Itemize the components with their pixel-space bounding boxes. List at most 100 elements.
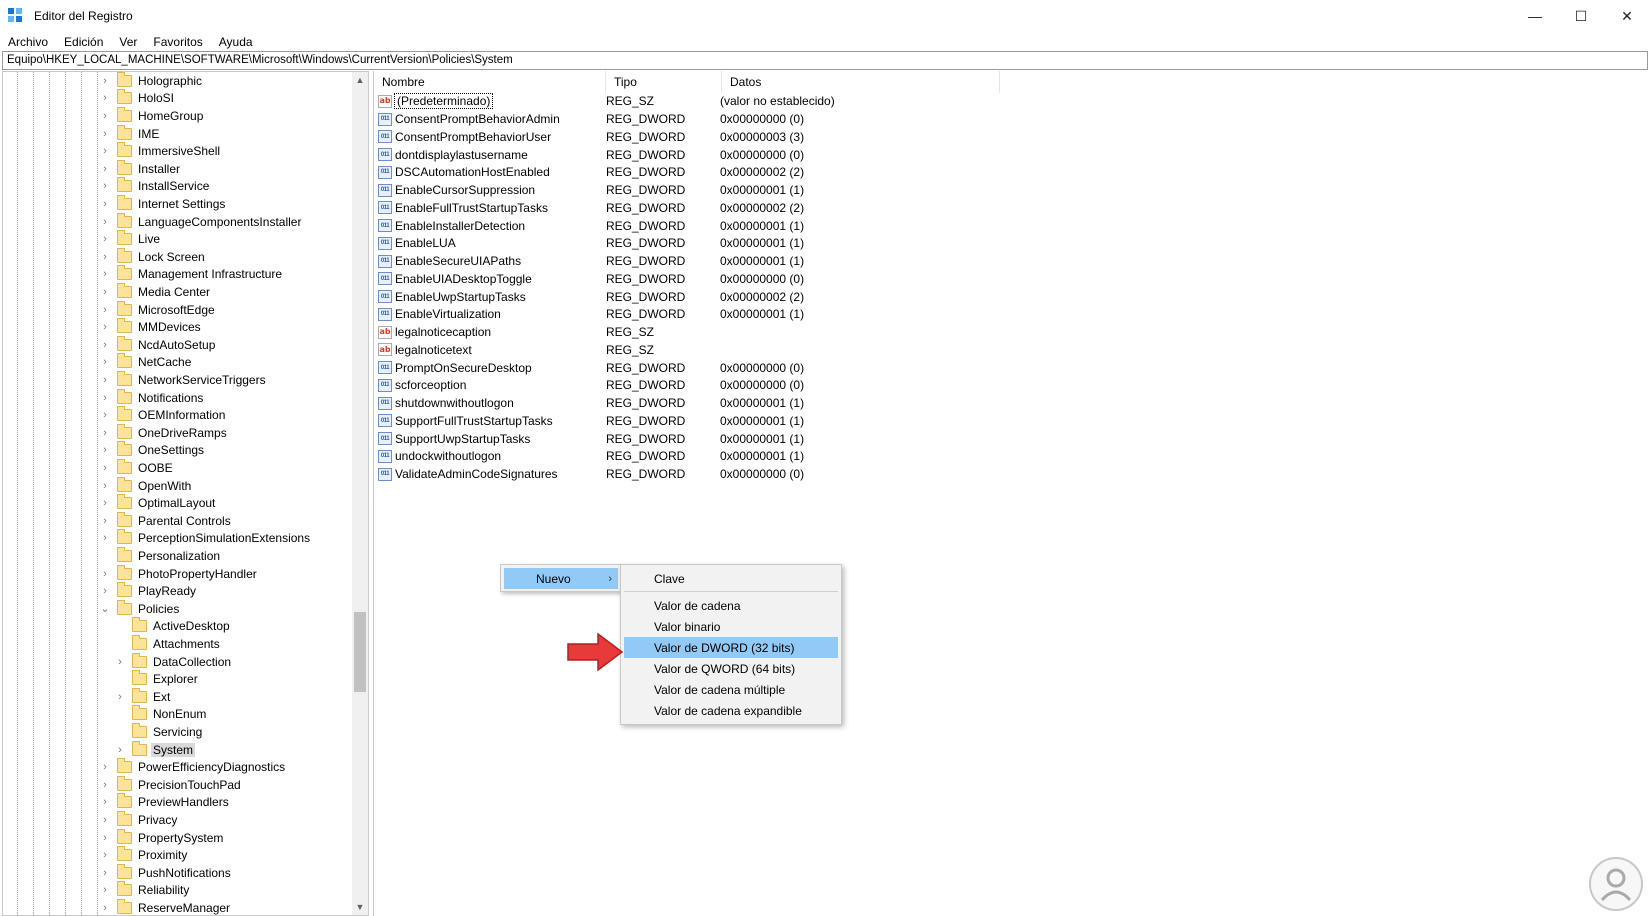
tree-item[interactable]: › OEMInformation xyxy=(99,406,227,424)
submenu-item-valor-binario[interactable]: Valor binario xyxy=(624,616,838,637)
menu-edicion[interactable]: Edición xyxy=(56,35,111,49)
tree-item[interactable]: › Proximity xyxy=(99,846,189,864)
chevron-right-icon[interactable]: › xyxy=(114,744,126,756)
tree-item[interactable]: › IME xyxy=(99,124,161,143)
chevron-right-icon[interactable]: › xyxy=(99,145,111,157)
tree-item[interactable]: NonEnum xyxy=(114,705,208,724)
tree-item[interactable]: › OOBE xyxy=(99,458,175,477)
chevron-right-icon[interactable]: › xyxy=(99,867,111,879)
tree-item[interactable]: Attachments xyxy=(114,634,222,653)
chevron-right-icon[interactable]: › xyxy=(99,480,111,492)
tree-item[interactable]: Explorer xyxy=(114,670,200,688)
value-row[interactable]: ab legalnoticetext REG_SZ xyxy=(374,341,1274,360)
value-row[interactable]: 011 PromptOnSecureDesktop REG_DWORD 0x00000… xyxy=(374,358,1274,377)
chevron-right-icon[interactable]: › xyxy=(99,779,111,791)
value-row[interactable]: 011 EnableInstallerDetection REG_DWORD 0x00… xyxy=(374,216,1274,235)
chevron-right-icon[interactable]: › xyxy=(114,656,126,668)
chevron-right-icon[interactable]: › xyxy=(99,163,111,175)
chevron-right-icon[interactable]: › xyxy=(99,339,111,351)
tree-item[interactable]: › NetCache xyxy=(99,353,193,372)
tree-item[interactable]: › LanguageComponentsInstaller xyxy=(99,212,303,231)
tree-item[interactable]: › InstallService xyxy=(99,177,211,196)
tree-item[interactable]: › OneDriveRamps xyxy=(99,423,229,442)
scroll-down-icon[interactable]: ▼ xyxy=(352,899,368,915)
chevron-right-icon[interactable]: › xyxy=(99,75,111,87)
chevron-right-icon[interactable]: › xyxy=(99,761,111,773)
tree-item[interactable]: › System xyxy=(114,740,196,759)
tree-item[interactable]: › PerceptionSimulationExtensions xyxy=(99,529,312,548)
tree-item[interactable]: › MMDevices xyxy=(99,318,203,336)
menu-ayuda[interactable]: Ayuda xyxy=(211,35,261,49)
value-row[interactable]: 011 ConsentPromptBehaviorAdmin REG_DWORD 0x… xyxy=(374,110,1274,129)
tree-item[interactable]: › Lock Screen xyxy=(99,247,207,266)
chevron-right-icon[interactable]: › xyxy=(99,233,111,245)
chevron-right-icon[interactable]: › xyxy=(99,884,111,896)
value-row[interactable]: 011 undockwithoutlogon REG_DWORD 0x00000001… xyxy=(374,447,1274,466)
chevron-right-icon[interactable]: › xyxy=(99,796,111,808)
scroll-thumb[interactable] xyxy=(354,612,366,692)
tree-scrollbar[interactable]: ▲ ▼ xyxy=(352,72,368,915)
chevron-right-icon[interactable]: › xyxy=(99,568,111,580)
menu-item-nuevo[interactable]: Nuevo › xyxy=(504,568,618,589)
value-row[interactable]: ab (Predeterminado) REG_SZ (valor no establ… xyxy=(374,92,1274,111)
menu-favoritos[interactable]: Favoritos xyxy=(145,35,210,49)
chevron-right-icon[interactable]: › xyxy=(99,128,111,140)
tree-item[interactable]: › Internet Settings xyxy=(99,194,227,213)
tree-item[interactable]: › ReserveManager xyxy=(99,898,232,915)
menu-archivo[interactable]: Archivo xyxy=(0,35,56,49)
chevron-right-icon[interactable]: › xyxy=(99,444,111,456)
column-header-nombre[interactable]: Nombre xyxy=(374,71,606,93)
chevron-right-icon[interactable]: › xyxy=(99,198,111,210)
tree-item[interactable]: › Reliability xyxy=(99,881,191,900)
chevron-right-icon[interactable]: › xyxy=(99,304,111,316)
value-row[interactable]: 011 SupportUwpStartupTasks REG_DWORD 0x0000… xyxy=(374,429,1274,448)
chevron-right-icon[interactable]: › xyxy=(114,691,126,703)
tree-item[interactable]: › HoloSI xyxy=(99,89,176,108)
chevron-right-icon[interactable]: › xyxy=(99,216,111,228)
tree-item[interactable]: › Ext xyxy=(114,687,172,706)
tree-item[interactable]: › PrecisionTouchPad xyxy=(99,775,243,794)
address-bar[interactable]: Equipo\HKEY_LOCAL_MACHINE\SOFTWARE\Micro… xyxy=(2,51,1648,70)
tree-item[interactable]: › PowerEfficiencyDiagnostics xyxy=(99,758,287,776)
submenu-item-clave[interactable]: Clave xyxy=(624,568,838,589)
tree-item[interactable]: ActiveDesktop xyxy=(114,617,232,636)
chevron-right-icon[interactable]: › xyxy=(99,374,111,386)
tree-item[interactable]: › Live xyxy=(99,230,162,248)
chevron-right-icon[interactable]: › xyxy=(99,409,111,421)
tree-item[interactable]: › OptimalLayout xyxy=(99,494,217,512)
tree-item[interactable]: › OneSettings xyxy=(99,441,206,460)
submenu-item-valor-qword[interactable]: Valor de QWORD (64 bits) xyxy=(624,658,838,679)
tree-item[interactable]: › PropertySystem xyxy=(99,828,225,847)
tree-item[interactable]: › ImmersiveShell xyxy=(99,142,222,160)
chevron-right-icon[interactable]: › xyxy=(99,286,111,298)
tree-item[interactable]: › PhotoPropertyHandler xyxy=(99,564,259,583)
value-row[interactable]: 011 EnableVirtualization REG_DWORD 0x000000… xyxy=(374,305,1274,324)
value-row[interactable]: 011 shutdownwithoutlogon REG_DWORD 0x000000… xyxy=(374,394,1274,413)
minimize-button[interactable]: — xyxy=(1512,0,1558,32)
chevron-right-icon[interactable]: › xyxy=(99,321,111,333)
chevron-right-icon[interactable]: › xyxy=(99,515,111,527)
tree-item[interactable]: › Holographic xyxy=(99,72,204,90)
maximize-button[interactable]: ☐ xyxy=(1558,0,1604,32)
chevron-right-icon[interactable]: › xyxy=(99,251,111,263)
value-row[interactable]: 011 ConsentPromptBehaviorUser REG_DWORD 0x0… xyxy=(374,128,1274,147)
tree-item[interactable]: Personalization xyxy=(99,546,222,565)
tree-item[interactable]: › Parental Controls xyxy=(99,511,233,530)
tree-item[interactable]: › OpenWith xyxy=(99,476,193,495)
submenu-item-valor-dword[interactable]: Valor de DWORD (32 bits) xyxy=(624,637,838,658)
chevron-right-icon[interactable]: › xyxy=(99,392,111,404)
value-row[interactable]: 011 EnableFullTrustStartupTasks REG_DWORD 0… xyxy=(374,199,1274,218)
tree-item[interactable]: › Management Infrastructure xyxy=(99,265,284,284)
chevron-right-icon[interactable]: › xyxy=(99,110,111,122)
tree-item[interactable]: › MicrosoftEdge xyxy=(99,300,217,319)
chevron-down-icon[interactable]: ⌄ xyxy=(99,602,111,615)
tree-item[interactable]: › DataCollection xyxy=(114,652,233,671)
value-row[interactable]: 011 dontdisplaylastusername REG_DWORD 0x000… xyxy=(374,145,1274,164)
close-button[interactable]: ✕ xyxy=(1604,0,1650,32)
submenu-item-valor-de-cadena[interactable]: Valor de cadena xyxy=(624,595,838,616)
tree-item[interactable]: › PreviewHandlers xyxy=(99,793,231,812)
chevron-right-icon[interactable]: › xyxy=(99,814,111,826)
tree-item[interactable]: Servicing xyxy=(114,722,204,741)
chevron-right-icon[interactable]: › xyxy=(99,497,111,509)
tree-item[interactable]: › Privacy xyxy=(99,810,179,829)
